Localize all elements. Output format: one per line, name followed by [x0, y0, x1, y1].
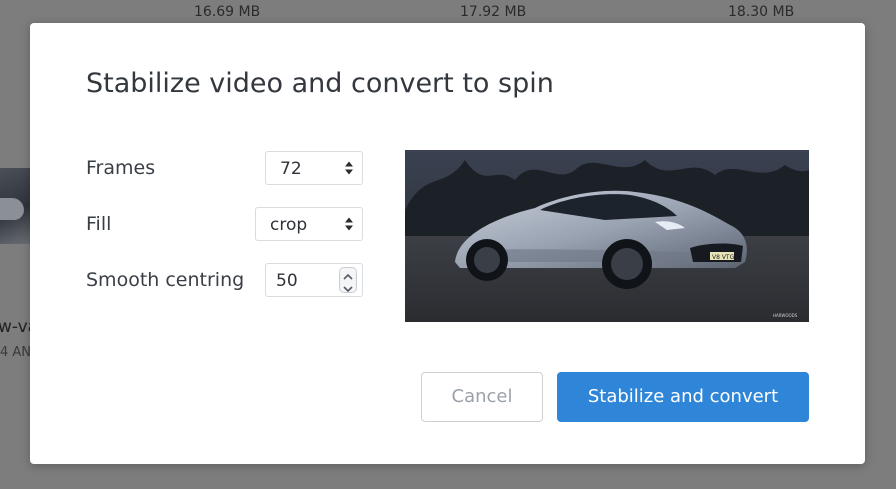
fill-value: crop: [270, 215, 308, 235]
smooth-centring-input[interactable]: 50: [265, 263, 363, 297]
file-thumbnail: [0, 168, 30, 244]
smooth-centring-value: 50: [276, 271, 298, 291]
file-size-2: 17.92 MB: [460, 4, 527, 20]
cancel-button[interactable]: Cancel: [421, 372, 543, 422]
smooth-centring-label: Smooth centring: [86, 269, 245, 291]
stabilize-convert-button[interactable]: Stabilize and convert: [557, 372, 809, 422]
number-stepper: [339, 267, 357, 293]
up-down-caret-icon: [345, 161, 353, 175]
license-plate: V8 VTG: [712, 254, 735, 261]
frames-select[interactable]: 72: [265, 151, 363, 185]
car-preview-image: V8 VTG HARWOODS: [405, 150, 809, 322]
chevron-down-icon: [343, 286, 353, 293]
fill-select[interactable]: crop: [255, 207, 363, 241]
file-timestamp: 4 AN: [0, 345, 32, 360]
app-background: 16.69 MB 17.92 MB 18.30 MB w-va 4 AN Sta…: [0, 0, 896, 489]
file-size-3: 18.30 MB: [728, 4, 795, 20]
video-preview: V8 VTG HARWOODS: [405, 150, 809, 322]
preview-watermark: HARWOODS: [773, 313, 798, 318]
file-size-1: 16.69 MB: [194, 4, 261, 20]
stabilize-dialog: Stabilize video and convert to spin Fram…: [30, 23, 865, 464]
frames-label: Frames: [86, 157, 156, 179]
dialog-title: Stabilize video and convert to spin: [86, 68, 554, 99]
frames-value: 72: [280, 159, 302, 179]
stepper-down-button[interactable]: [340, 280, 356, 293]
fill-label: Fill: [86, 213, 112, 235]
up-down-caret-icon: [345, 217, 353, 231]
stepper-up-button[interactable]: [340, 268, 356, 280]
